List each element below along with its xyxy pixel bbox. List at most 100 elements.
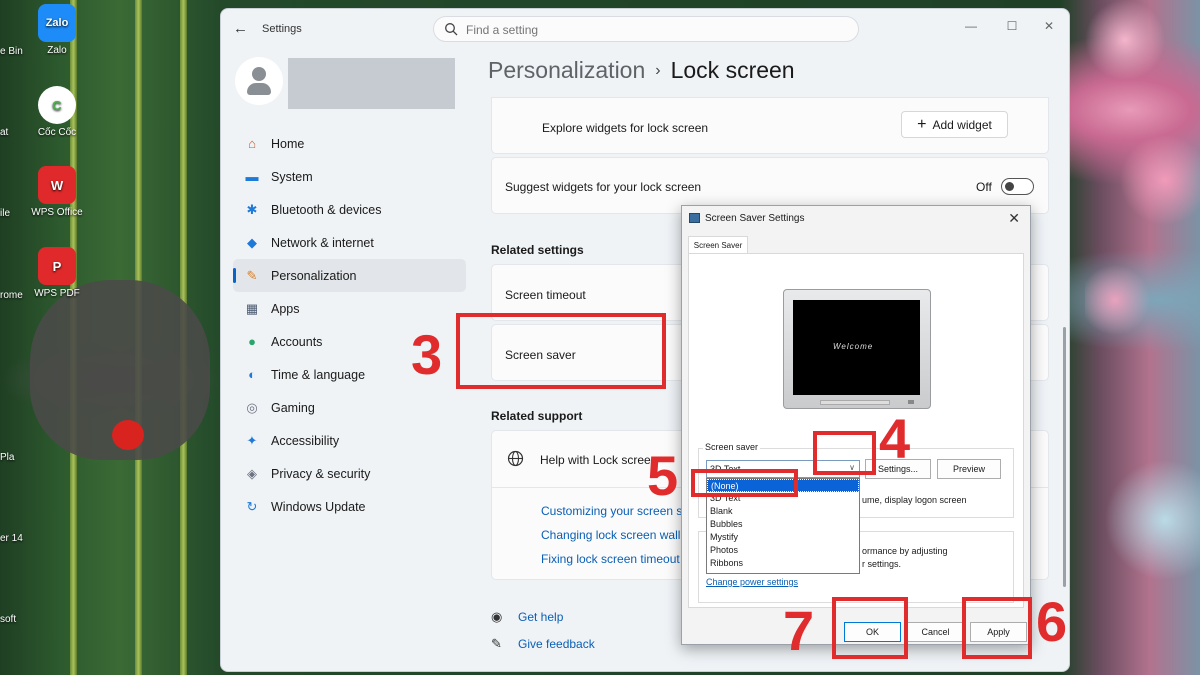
desktop-icon-fragment[interactable]: soft: [0, 614, 16, 625]
screen-saver-dialog: Screen Saver Settings ✕ Screen Saver Wel…: [681, 205, 1031, 645]
dialog-title: Screen Saver Settings: [705, 213, 805, 224]
dialog-close-icon[interactable]: ✕: [1008, 210, 1020, 227]
coccoc-icon: C: [38, 86, 76, 124]
sidebar-item-label: Network & internet: [271, 235, 374, 250]
sidebar-item-network[interactable]: ◆ Network & internet: [233, 226, 466, 259]
screen-saver-group-label: Screen saver: [703, 442, 761, 452]
desktop-icon-zalo[interactable]: Zalo Zalo: [27, 4, 87, 56]
sidebar-item-label: Windows Update: [271, 499, 366, 514]
sidebar-item-label: Gaming: [271, 400, 315, 415]
desktop-icon-wps-office[interactable]: W WPS Office: [27, 166, 87, 218]
sidebar-item-system[interactable]: ▬ System: [233, 160, 466, 193]
close-button[interactable]: ✕: [1034, 15, 1064, 37]
breadcrumb-separator-icon: ›: [655, 62, 661, 79]
sidebar-item-gaming[interactable]: ◎ Gaming: [233, 391, 466, 424]
preview-monitor: Welcome: [783, 289, 931, 409]
desktop-icon-fragment[interactable]: ile: [0, 208, 10, 219]
breadcrumb: Personalization › Lock screen: [488, 57, 795, 84]
desktop-icon-label: Zalo: [47, 45, 67, 56]
breadcrumb-parent[interactable]: Personalization: [488, 57, 645, 83]
explore-widgets-label: Explore widgets for lock screen: [542, 121, 709, 135]
sidebar-item-windows-update[interactable]: ↻ Windows Update: [233, 490, 466, 523]
tab-screen-saver[interactable]: Screen Saver: [688, 236, 748, 254]
search-input[interactable]: [466, 21, 846, 38]
sidebar-item-label: Privacy & security: [271, 466, 371, 481]
related-support-heading: Related support: [491, 409, 583, 423]
cancel-button[interactable]: Cancel: [907, 622, 964, 642]
get-help-link[interactable]: Get help: [518, 610, 563, 624]
annotation-number-7: 7: [783, 599, 815, 662]
desktop-icon-coccoc[interactable]: C Cốc Cốc: [27, 86, 87, 138]
toggle-knob: [1005, 182, 1014, 191]
desktop-icon-wps-pdf[interactable]: P WPS PDF: [27, 247, 87, 299]
preview-screen: Welcome: [793, 300, 920, 395]
annotation-number-6: 6: [1036, 590, 1068, 653]
globe-icon: ◐: [248, 367, 256, 382]
help-link-timeout[interactable]: Fixing lock screen timeout: [541, 552, 680, 566]
give-feedback-link[interactable]: Give feedback: [518, 637, 595, 651]
sidebar-item-label: Accessibility: [271, 433, 340, 448]
desktop-icon-fragment[interactable]: e Bin: [0, 46, 23, 57]
search-box[interactable]: [433, 16, 859, 42]
option-ribbons[interactable]: Ribbons: [707, 557, 859, 570]
toggle-state-label: Off: [976, 180, 992, 194]
annotation-number-5: 5: [647, 444, 679, 507]
zalo-icon: Zalo: [38, 4, 76, 42]
feedback-icon: ✎: [491, 636, 502, 651]
app-title: Settings: [262, 23, 302, 35]
option-photos[interactable]: Photos: [707, 544, 859, 557]
help-lock-screen-label[interactable]: Help with Lock screen: [540, 453, 657, 467]
sidebar-item-personalization[interactable]: ✎ Personalization: [233, 259, 466, 292]
add-widget-button[interactable]: + Add widget: [901, 111, 1008, 138]
option-bubbles[interactable]: Bubbles: [707, 518, 859, 531]
desktop-icon-fragment[interactable]: er 14: [0, 533, 23, 544]
annotation-number-3: 3: [411, 323, 443, 386]
suggest-widgets-toggle[interactable]: [1001, 178, 1034, 195]
annotation-number-4: 4: [879, 407, 911, 470]
sidebar-item-home[interactable]: ⌂ Home: [233, 127, 466, 160]
minimize-button[interactable]: —: [956, 15, 986, 37]
bluetooth-icon: ✱: [246, 201, 258, 217]
screen-saver-icon: [689, 213, 700, 223]
preview-button[interactable]: Preview: [937, 459, 1001, 479]
explore-widgets-card: Explore widgets for lock screen + Add wid…: [491, 97, 1049, 154]
sidebar-item-label: Accounts: [271, 334, 323, 349]
sidebar-item-label: Bluetooth & devices: [271, 202, 382, 217]
sidebar-item-accessibility[interactable]: ✦ Accessibility: [233, 424, 466, 457]
sidebar-item-apps[interactable]: ▦ Apps: [233, 292, 466, 325]
annotation-box-3: [456, 313, 666, 389]
desktop-icon-fragment[interactable]: rome: [0, 290, 23, 301]
shield-icon: ◈: [247, 465, 257, 481]
help-link-wallpaper[interactable]: Changing lock screen wallpa: [541, 528, 694, 542]
change-power-settings-link[interactable]: Change power settings: [706, 577, 798, 587]
sidebar-item-bluetooth[interactable]: ✱ Bluetooth & devices: [233, 193, 466, 226]
annotation-box-4: [813, 431, 876, 475]
accounts-icon: ●: [248, 334, 256, 349]
desktop-icon-label: Cốc Cốc: [37, 127, 77, 138]
accessibility-icon: ✦: [246, 432, 258, 448]
user-name-redacted: [288, 58, 455, 109]
wps-office-icon: W: [38, 166, 76, 204]
paintbrush-icon: ✎: [246, 267, 258, 283]
gamepad-icon: ◎: [246, 399, 258, 415]
monitor-bezel: [820, 400, 890, 405]
sidebar-item-label: Home: [271, 136, 305, 151]
back-arrow-icon[interactable]: ←: [233, 21, 249, 37]
avatar[interactable]: [235, 57, 283, 105]
desktop-icon-fragment[interactable]: Pla: [0, 452, 14, 463]
desktop-icon-fragment[interactable]: at: [0, 127, 8, 138]
preview-text: Welcome: [833, 342, 874, 351]
get-help-icon: ◉: [491, 609, 503, 624]
option-blank[interactable]: Blank: [707, 505, 859, 518]
screen-timeout-label: Screen timeout: [505, 288, 586, 302]
sidebar-item-privacy[interactable]: ◈ Privacy & security: [233, 457, 466, 490]
add-widget-label: Add widget: [932, 117, 992, 132]
sidebar-item-label: Apps: [271, 301, 300, 316]
maximize-button[interactable]: ☐: [997, 15, 1027, 37]
page-title: Lock screen: [670, 57, 795, 83]
option-mystify[interactable]: Mystify: [707, 531, 859, 544]
cherry-blossom-illustration: [1085, 0, 1200, 675]
annotation-box-5: [691, 469, 798, 497]
plus-icon: +: [917, 115, 927, 133]
scrollbar[interactable]: [1063, 327, 1066, 587]
